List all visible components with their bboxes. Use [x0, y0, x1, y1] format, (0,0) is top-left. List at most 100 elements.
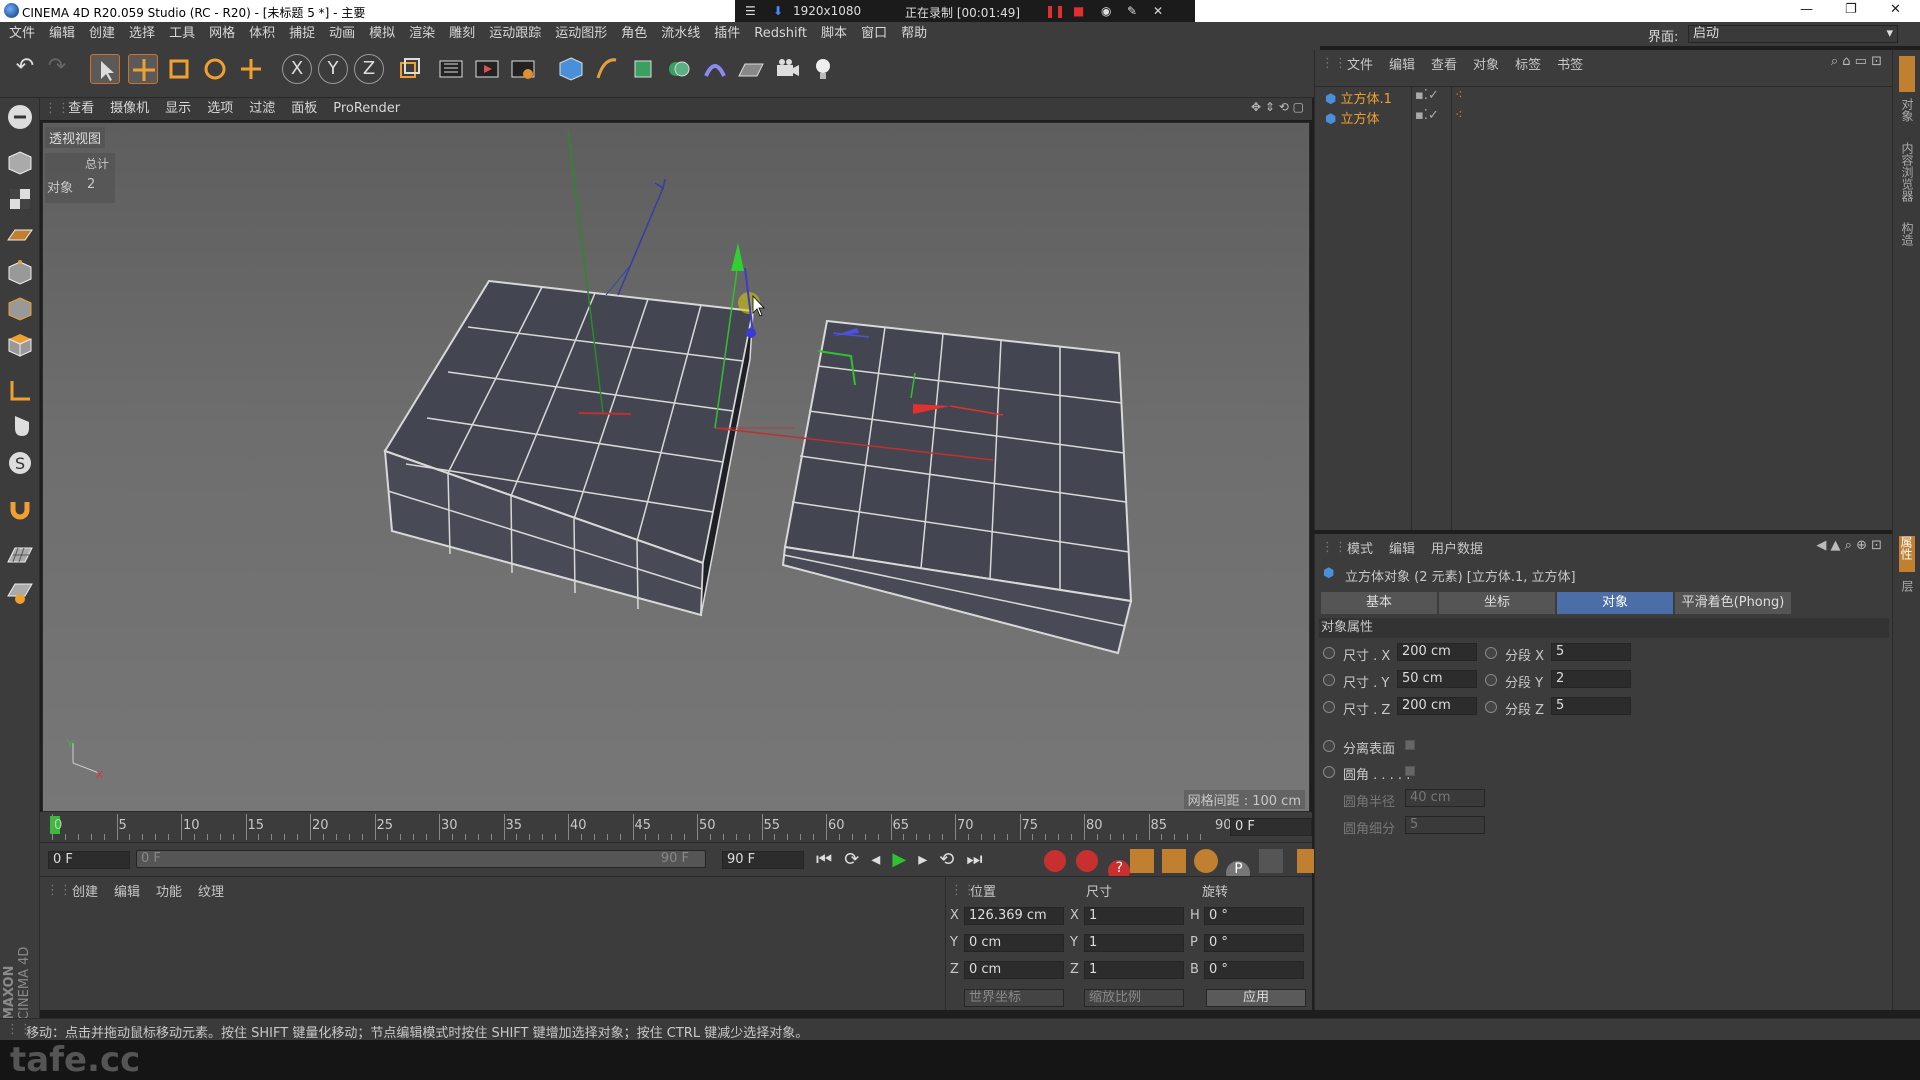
strip-tab-objects-label[interactable]: 对象: [1899, 98, 1916, 122]
move-tool-icon[interactable]: [128, 54, 158, 84]
pen-icon[interactable]: ✎: [1127, 4, 1137, 18]
cube-object-icon[interactable]: [556, 54, 586, 84]
size-x-input[interactable]: 200 cm: [1397, 643, 1477, 661]
reverse-loop-icon[interactable]: ⟲: [939, 849, 966, 870]
snap-icon[interactable]: S: [5, 448, 35, 478]
render-picture-viewer-icon[interactable]: [472, 54, 502, 84]
live-select-icon[interactable]: [236, 54, 266, 84]
light-icon[interactable]: [808, 54, 838, 84]
auto-key-icon[interactable]: [1076, 850, 1099, 872]
viewport-menu-item-6[interactable]: ProRender: [325, 98, 408, 120]
menu-item-19[interactable]: 窗口: [854, 22, 894, 46]
texture-mode-icon[interactable]: [5, 184, 35, 214]
edges-mode-icon[interactable]: [5, 294, 35, 324]
tab-object[interactable]: 对象: [1557, 592, 1673, 614]
tab-coord[interactable]: 坐标: [1439, 592, 1555, 614]
record-keyframe-icon[interactable]: [1044, 850, 1066, 872]
key-position-icon[interactable]: [1130, 849, 1154, 873]
render-view-icon[interactable]: [436, 54, 466, 84]
size-y-input[interactable]: 50 cm: [1397, 670, 1477, 688]
tag-icon[interactable]: ⁖: [1455, 88, 1463, 103]
rot-b-field[interactable]: 0 °: [1204, 961, 1304, 979]
menu-item-3[interactable]: 选择: [122, 22, 162, 46]
start-frame-field[interactable]: 0 F: [48, 851, 130, 869]
visibility-icon[interactable]: ▪⁚✓: [1415, 88, 1439, 103]
step-forward-icon[interactable]: ▸: [918, 849, 939, 870]
menu-item-6[interactable]: 体积: [242, 22, 282, 46]
material-menu-item-2[interactable]: 功能: [148, 881, 190, 900]
loop-icon[interactable]: ⟳: [844, 849, 871, 870]
menu-item-2[interactable]: 创建: [82, 22, 122, 46]
step-back-icon[interactable]: ◂: [871, 849, 892, 870]
frame-range-slider[interactable]: 0 F 90 F: [136, 850, 706, 868]
fillet-anim-icon[interactable]: [1323, 766, 1335, 778]
pos-x-field[interactable]: 126.369 cm: [964, 907, 1064, 925]
attribute-nav-icons[interactable]: ◀ ▲ ⌕ ⊕ ⊡: [1816, 538, 1882, 553]
menu-item-14[interactable]: 角色: [614, 22, 654, 46]
select-tool-icon[interactable]: [90, 54, 120, 84]
viewport-menu-item-4[interactable]: 过滤: [241, 98, 283, 120]
render-settings-icon[interactable]: [508, 54, 538, 84]
move-handle-z-icon[interactable]: [746, 328, 756, 338]
tag-icon[interactable]: ⁖: [1455, 108, 1463, 123]
object-row-cube1[interactable]: ⬢ 立方体.1 ▪⁚✓ ⁖: [1325, 88, 1885, 108]
viewport-menu-item-2[interactable]: 显示: [157, 98, 199, 120]
perspective-viewport[interactable]: 透视视图 总计 对象 2 Y X 网格间距: 100 cm: [42, 122, 1310, 812]
strip-tab-attributes[interactable]: 属性: [1899, 536, 1915, 572]
go-to-start-icon[interactable]: ⏮: [816, 849, 844, 870]
menu-icon[interactable]: ☰: [745, 4, 756, 18]
seg-x-input[interactable]: 5: [1551, 643, 1631, 661]
cube-mesh-left[interactable]: [383, 266, 755, 617]
tab-basic[interactable]: 基本: [1321, 592, 1437, 614]
array-icon[interactable]: [664, 54, 694, 84]
attribute-menu-item-2[interactable]: 用户数据: [1423, 538, 1491, 557]
viewport-menu-item-0[interactable]: 查看: [60, 98, 102, 120]
material-menu-item-0[interactable]: 创建: [64, 881, 106, 900]
pos-z-field[interactable]: 0 cm: [964, 961, 1064, 979]
cube-mesh-right[interactable]: [781, 319, 1133, 655]
separate-anim-icon[interactable]: [1323, 740, 1335, 752]
size-z-field[interactable]: 1: [1084, 961, 1184, 979]
key-rotation-icon[interactable]: [1194, 849, 1219, 873]
menu-item-20[interactable]: 帮助: [894, 22, 934, 46]
tweak-mode-icon[interactable]: [5, 412, 35, 442]
object-menu-item-1[interactable]: 编辑: [1381, 54, 1423, 73]
object-menu-item-2[interactable]: 查看: [1423, 54, 1465, 73]
seg-z-input[interactable]: 5: [1551, 697, 1631, 715]
apply-button[interactable]: 应用: [1206, 989, 1306, 1007]
go-to-end-icon[interactable]: ⏭: [966, 849, 994, 870]
material-menu-item-1[interactable]: 编辑: [106, 881, 148, 900]
stop-icon[interactable]: ■: [1073, 4, 1084, 18]
strip-tab-objects[interactable]: [1899, 56, 1915, 92]
object-menu-item-3[interactable]: 对象: [1465, 54, 1507, 73]
rot-h-field[interactable]: 0 °: [1204, 907, 1304, 925]
pos-y-field[interactable]: 0 cm: [964, 934, 1064, 952]
menu-item-16[interactable]: 插件: [707, 22, 747, 46]
strip-tab-structure[interactable]: 构造: [1899, 222, 1916, 246]
grid-snap-icon[interactable]: [5, 540, 35, 570]
move-handle-y-icon[interactable]: [731, 243, 744, 271]
menu-item-15[interactable]: 流水线: [654, 22, 707, 46]
rot-p-field[interactable]: 0 °: [1204, 934, 1304, 952]
menu-item-13[interactable]: 运动图形: [548, 22, 614, 46]
play-icon[interactable]: ▶: [892, 849, 918, 870]
attribute-menu-item-1[interactable]: 编辑: [1381, 538, 1423, 557]
workplane-icon[interactable]: [5, 220, 35, 250]
menu-item-8[interactable]: 动画: [322, 22, 362, 46]
redo-icon[interactable]: ↷: [42, 54, 72, 84]
camera-icon[interactable]: ◉: [1101, 4, 1111, 18]
object-menu-item-0[interactable]: 文件: [1339, 54, 1381, 73]
size-z-anim-icon[interactable]: [1323, 701, 1335, 713]
menu-item-4[interactable]: 工具: [162, 22, 202, 46]
menu-item-11[interactable]: 雕刻: [442, 22, 482, 46]
viewport-menu-item-5[interactable]: 面板: [283, 98, 325, 120]
size-x-anim-icon[interactable]: [1323, 647, 1335, 659]
size-z-input[interactable]: 200 cm: [1397, 697, 1477, 715]
viewport-menu-item-1[interactable]: 摄像机: [102, 98, 157, 120]
polygons-mode-icon[interactable]: [5, 330, 35, 360]
deformer-icon[interactable]: [700, 54, 730, 84]
x-axis-lock-icon[interactable]: X: [282, 54, 312, 84]
object-menu-item-4[interactable]: 标签: [1507, 54, 1549, 73]
end-frame-field[interactable]: 90 F: [722, 851, 804, 869]
rotate-tool-icon[interactable]: [200, 54, 230, 84]
